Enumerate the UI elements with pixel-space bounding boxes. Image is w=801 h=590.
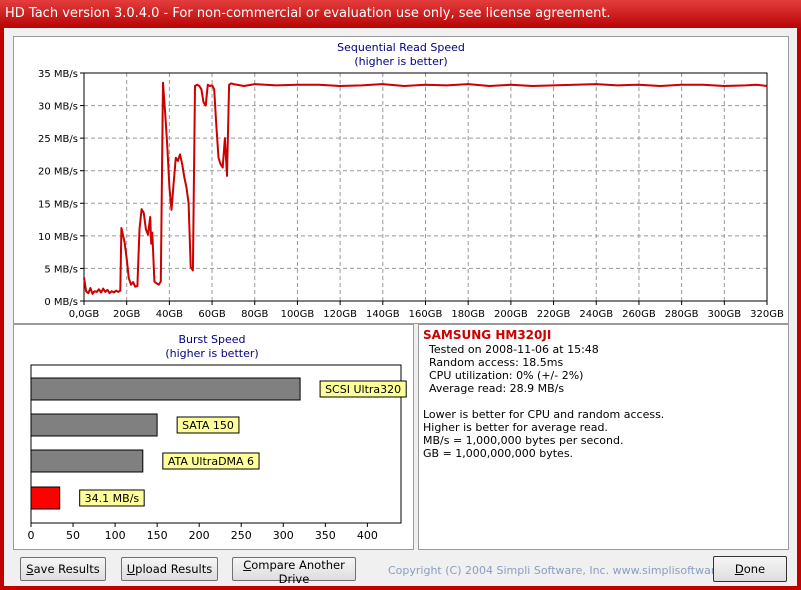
sequential-read-panel: Sequential Read Speed (higher is better)…	[13, 36, 789, 324]
client-area: Sequential Read Speed (higher is better)…	[4, 28, 797, 586]
bar-legend-label: SCSI Ultra320	[319, 380, 407, 398]
chart-subtitle: (higher is better)	[165, 347, 258, 360]
bar-label-text: 34.1 MB/s	[85, 492, 140, 505]
x-tick-label: 300GB	[707, 309, 741, 320]
chart-subtitle: (higher is better)	[354, 55, 447, 68]
x-tick-label: 250	[231, 529, 252, 542]
x-tick-label: 100	[105, 529, 126, 542]
y-axis: 0 MB/s 5 MB/s 10 MB/s 15 MB/s 20 MB/s 25 MB/s…	[38, 69, 84, 308]
x-tick-label: 80GB	[241, 309, 268, 320]
x-axis: 0,0GB 20GB 40GB 60GB 80GB 100GB 120GB 140GB 160G…	[69, 301, 784, 320]
burst-bar	[30, 486, 61, 510]
x-tick-label: 260GB	[622, 309, 656, 320]
x-tick-label: 160GB	[409, 309, 443, 320]
y-tick-label: 0 MB/s	[44, 297, 78, 308]
sequential-read-chart: Sequential Read Speed (higher is better)…	[38, 41, 784, 320]
save-results-button[interactable]: Save Results	[20, 557, 106, 581]
x-tick-label: 140GB	[366, 309, 400, 320]
bar-label-text: ATA UltraDMA 6	[168, 455, 254, 468]
y-tick-label: 30 MB/s	[38, 102, 78, 113]
x-tick-label: 350	[315, 529, 336, 542]
cpu-utilization: CPU utilization: 0% (+/- 2%)	[429, 369, 584, 382]
x-tick-label: 240GB	[579, 309, 613, 320]
note-line: Higher is better for average read.	[423, 421, 608, 434]
y-tick-label: 35 MB/s	[38, 69, 78, 80]
x-tick-label: 50	[66, 529, 80, 542]
tested-on: Tested on 2008-11-06 at 15:48	[429, 343, 599, 356]
x-tick-label: 320GB	[750, 309, 784, 320]
done-button[interactable]: Done	[713, 556, 787, 582]
random-access: Random access: 18.5ms	[429, 356, 564, 369]
app-window: HD Tach version 3.0.4.0 - For non-commer…	[0, 0, 801, 590]
x-tick-label: 0,0GB	[69, 309, 100, 320]
y-tick-label: 25 MB/s	[38, 134, 78, 145]
chart-title: Sequential Read Speed	[337, 41, 465, 54]
y-tick-label: 15 MB/s	[38, 199, 78, 210]
bar-legend-label: SATA 150	[176, 416, 240, 434]
x-tick-label: 60GB	[198, 309, 225, 320]
x-tick-label: 180GB	[451, 309, 485, 320]
x-tick-label: 20GB	[113, 309, 140, 320]
burst-bars: SCSI Ultra320 SATA 150 ATA UltraDMA 6 34.1 …	[30, 377, 407, 510]
average-read: Average read: 28.9 MB/s	[429, 382, 565, 395]
title-bar[interactable]: HD Tach version 3.0.4.0 - For non-commer…	[0, 0, 801, 30]
x-tick-label: 300	[273, 529, 294, 542]
x-tick-label: 200	[189, 529, 210, 542]
note-line: GB = 1,000,000,000 bytes.	[423, 447, 574, 460]
x-tick-label: 120GB	[323, 309, 357, 320]
copyright-text: Copyright (C) 2004 Simpli Software, Inc.…	[388, 564, 749, 577]
bar-legend-label: ATA UltraDMA 6	[162, 452, 260, 470]
burst-speed-panel: Burst Speed (higher is better) SCSI Ultr…	[13, 324, 414, 550]
bar-label-text: SCSI Ultra320	[325, 383, 401, 396]
burst-bar	[30, 413, 158, 437]
chart-title: Burst Speed	[178, 333, 245, 346]
x-tick-label: 400	[357, 529, 378, 542]
note-line: MB/s = 1,000,000 bytes per second.	[423, 434, 624, 447]
x-tick-label: 200GB	[494, 309, 528, 320]
burst-bar	[30, 449, 144, 473]
burst-speed-chart: Burst Speed (higher is better) SCSI Ultr…	[28, 333, 407, 542]
bar-label-text: SATA 150	[182, 419, 234, 432]
burst-bar	[30, 377, 301, 401]
x-axis: 0 50 100 150 200 250 300 350 400	[28, 523, 378, 542]
y-tick-label: 10 MB/s	[38, 232, 78, 243]
note-line: Lower is better for CPU and random acces…	[423, 408, 665, 421]
compare-another-drive-button[interactable]: Compare Another Drive	[232, 557, 356, 586]
x-tick-label: 100GB	[281, 309, 315, 320]
y-tick-label: 20 MB/s	[38, 167, 78, 178]
bar-legend-label: 34.1 MB/s	[79, 489, 145, 507]
x-tick-label: 150	[147, 529, 168, 542]
y-tick-label: 5 MB/s	[44, 264, 78, 275]
drive-name: SAMSUNG HM320JI	[423, 328, 552, 342]
window-title: HD Tach version 3.0.4.0 - For non-commer…	[5, 6, 611, 21]
upload-results-button[interactable]: Upload Results	[121, 557, 218, 581]
results-info-panel: SAMSUNG HM320JI Tested on 2008-11-06 at …	[418, 324, 789, 550]
x-tick-label: 40GB	[156, 309, 183, 320]
x-tick-label: 0	[28, 529, 35, 542]
x-tick-label: 220GB	[537, 309, 571, 320]
x-tick-label: 280GB	[665, 309, 699, 320]
